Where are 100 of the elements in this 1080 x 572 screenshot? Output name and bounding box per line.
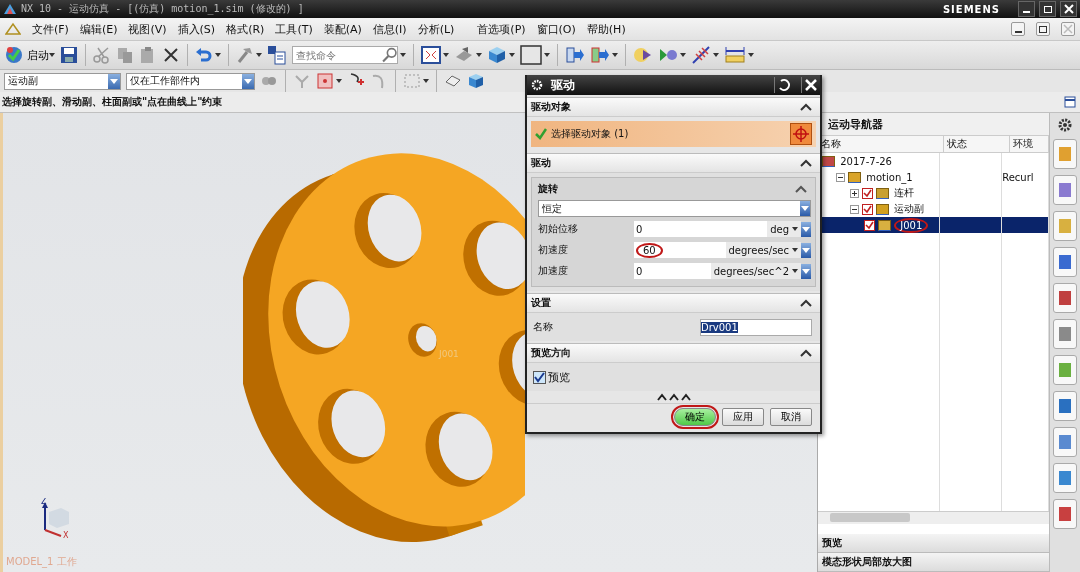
dialog-title: 驱动 <box>551 76 575 94</box>
unit-dropdown[interactable]: degrees/sec^2 <box>710 263 801 279</box>
horizontal-scrollbar[interactable] <box>818 511 1050 524</box>
minimize-icon[interactable] <box>1011 22 1025 36</box>
collapse-icon[interactable] <box>800 349 812 357</box>
expression-menu-icon[interactable] <box>801 221 811 237</box>
name-field[interactable]: Drv001 <box>700 318 812 336</box>
dialog-button[interactable]: 确定 <box>674 408 716 426</box>
tree-label: J001 <box>894 217 929 233</box>
resource-tab-icon[interactable] <box>1053 175 1078 205</box>
panel-header[interactable]: 预览 <box>818 534 1050 553</box>
panel-header[interactable]: 模态形状局部放大图 <box>818 553 1050 572</box>
resource-tab-icon[interactable] <box>1053 319 1078 349</box>
restore-icon[interactable] <box>1039 1 1056 17</box>
resource-tab-icon[interactable] <box>1053 283 1078 313</box>
menu-item[interactable]: 工具(T) <box>275 21 313 37</box>
start-icon <box>4 45 24 65</box>
group-title: 旋转 <box>538 182 558 196</box>
resource-tab-icon[interactable] <box>1053 499 1078 529</box>
menu-item[interactable]: 编辑(E) <box>79 21 118 37</box>
cube-icon[interactable] <box>467 72 485 90</box>
expand-toggle-icon[interactable] <box>850 204 860 214</box>
column-header[interactable]: 状态 <box>944 136 1011 152</box>
select-point-icon[interactable] <box>316 72 334 90</box>
settings-icon[interactable] <box>531 79 543 91</box>
cue-line-text: 选择旋转副、滑动副、柱面副或"点在曲线上"约束 <box>2 95 223 109</box>
value-field[interactable]: 0 <box>634 263 711 279</box>
dialog-button[interactable]: 应用 <box>722 408 764 426</box>
undo-icon[interactable] <box>195 46 213 64</box>
command-finder-icon[interactable] <box>267 45 287 65</box>
app-logo-icon <box>3 2 17 16</box>
menu-item[interactable]: 格式(R) <box>226 21 265 37</box>
tree-label: 2017-7-26 <box>839 155 893 167</box>
menu-item[interactable]: 分析(L) <box>417 21 455 37</box>
menu-item[interactable]: 插入(S) <box>177 21 216 37</box>
checkbox[interactable] <box>862 187 874 199</box>
collapse-icon[interactable] <box>800 299 812 307</box>
close-icon[interactable] <box>801 77 820 93</box>
menu-item[interactable]: 帮助(H) <box>586 21 626 37</box>
checkmark-icon <box>535 128 547 140</box>
resource-tab-icon[interactable] <box>1053 391 1078 421</box>
collapse-icon[interactable] <box>795 185 807 193</box>
resource-tab-icon[interactable] <box>1053 247 1078 277</box>
window-title: NX 10 - 运动仿真 - [(仿真) motion_1.sim (修改的) ] <box>21 2 304 16</box>
collapse-icon[interactable] <box>800 103 812 111</box>
background-color-icon[interactable] <box>520 45 542 65</box>
scope-filter-dropdown[interactable]: 仅在工作部件内 <box>126 72 255 90</box>
menu-item[interactable]: 文件(F) <box>32 21 69 37</box>
expression-menu-icon[interactable] <box>801 263 811 279</box>
field-label: 名称 <box>533 320 553 334</box>
value-field[interactable]: 0 <box>634 221 768 237</box>
checkbox[interactable] <box>862 203 874 215</box>
unit-dropdown[interactable]: degrees/sec <box>725 242 801 258</box>
menu-item[interactable]: 信息(I) <box>372 21 407 37</box>
resource-tab-icon[interactable] <box>1053 463 1078 493</box>
more-options-icon[interactable] <box>656 393 691 401</box>
resource-tab-icon[interactable] <box>1053 427 1078 457</box>
brand-logo: SIEMENS <box>942 3 1000 15</box>
shaded-cube-icon[interactable] <box>487 45 507 65</box>
menu-item[interactable]: 首选项(P) <box>477 21 526 37</box>
mode-dropdown[interactable]: 恒定 <box>538 200 811 217</box>
menu-item[interactable]: 视图(V) <box>128 21 167 37</box>
checkbox[interactable] <box>864 219 876 231</box>
close-icon[interactable] <box>1060 1 1077 17</box>
collapse-icon[interactable] <box>800 159 812 167</box>
field-label: 初速度 <box>538 243 569 257</box>
tree-label: motion_1 <box>865 171 914 183</box>
menu-item[interactable]: 窗口(O) <box>536 21 576 37</box>
type-filter-dropdown[interactable]: 运动副 <box>4 72 121 90</box>
minimize-icon[interactable] <box>1018 1 1035 17</box>
delete-icon[interactable] <box>162 46 180 64</box>
viewport-status-text: MODEL_1 工作 <box>6 555 77 569</box>
dialog-button[interactable]: 取消 <box>770 408 812 426</box>
solid-arrow-icon[interactable] <box>590 45 610 65</box>
home-icon[interactable] <box>5 22 21 36</box>
tree-label: 连杆 <box>893 186 916 200</box>
expand-toggle-icon[interactable] <box>836 172 846 182</box>
unit-dropdown[interactable]: deg <box>767 221 801 237</box>
settings-icon[interactable] <box>1057 117 1074 133</box>
preview-checkbox[interactable] <box>533 370 546 384</box>
menu-item[interactable]: 装配(A) <box>323 21 362 37</box>
fit-view-icon[interactable] <box>421 45 441 65</box>
value-field[interactable]: 60 <box>634 242 726 258</box>
expand-toggle-icon[interactable] <box>850 188 860 198</box>
select-object-label: 选择驱动对象 (1) <box>551 127 629 141</box>
select-object-row[interactable]: 选择驱动对象 (1) <box>531 121 816 147</box>
save-icon[interactable] <box>60 46 78 64</box>
crosshair-icon[interactable] <box>790 123 812 145</box>
checkbox-label: 预览 <box>548 369 570 385</box>
expression-menu-icon[interactable] <box>801 242 811 258</box>
restore-icon[interactable] <box>1036 22 1050 36</box>
environment-text: Recurl <box>1002 171 1034 183</box>
solid-arrow-icon[interactable] <box>565 45 585 65</box>
measure-icon[interactable] <box>724 45 746 65</box>
panel-icon[interactable] <box>1064 96 1076 108</box>
section-title: 设置 <box>531 296 551 310</box>
reset-icon[interactable] <box>774 77 793 93</box>
start-button[interactable]: 启动 <box>4 45 55 65</box>
tree-label: 运动副 <box>893 202 926 216</box>
section-title: 预览方向 <box>531 346 571 360</box>
